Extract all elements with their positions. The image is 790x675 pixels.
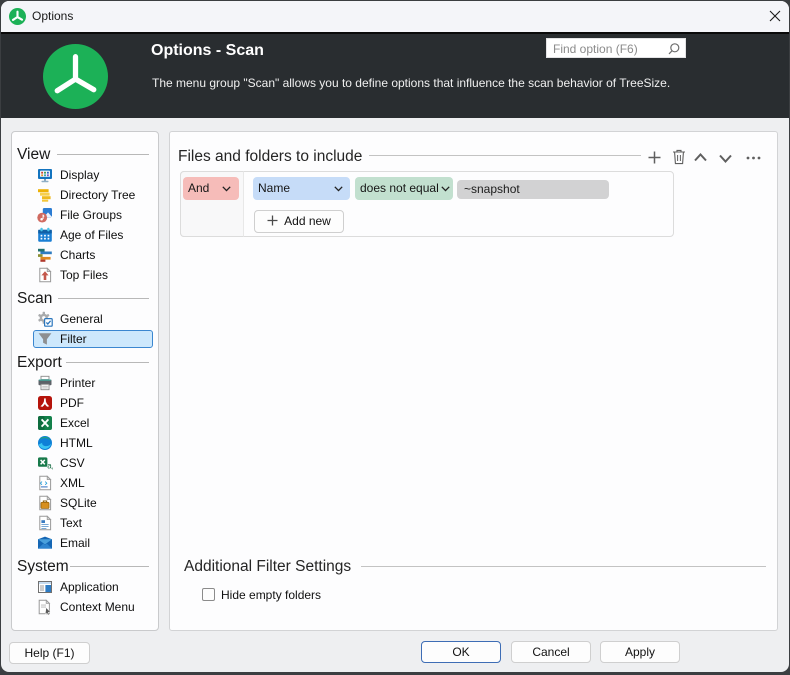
svg-text:a,: a, [47, 462, 53, 471]
